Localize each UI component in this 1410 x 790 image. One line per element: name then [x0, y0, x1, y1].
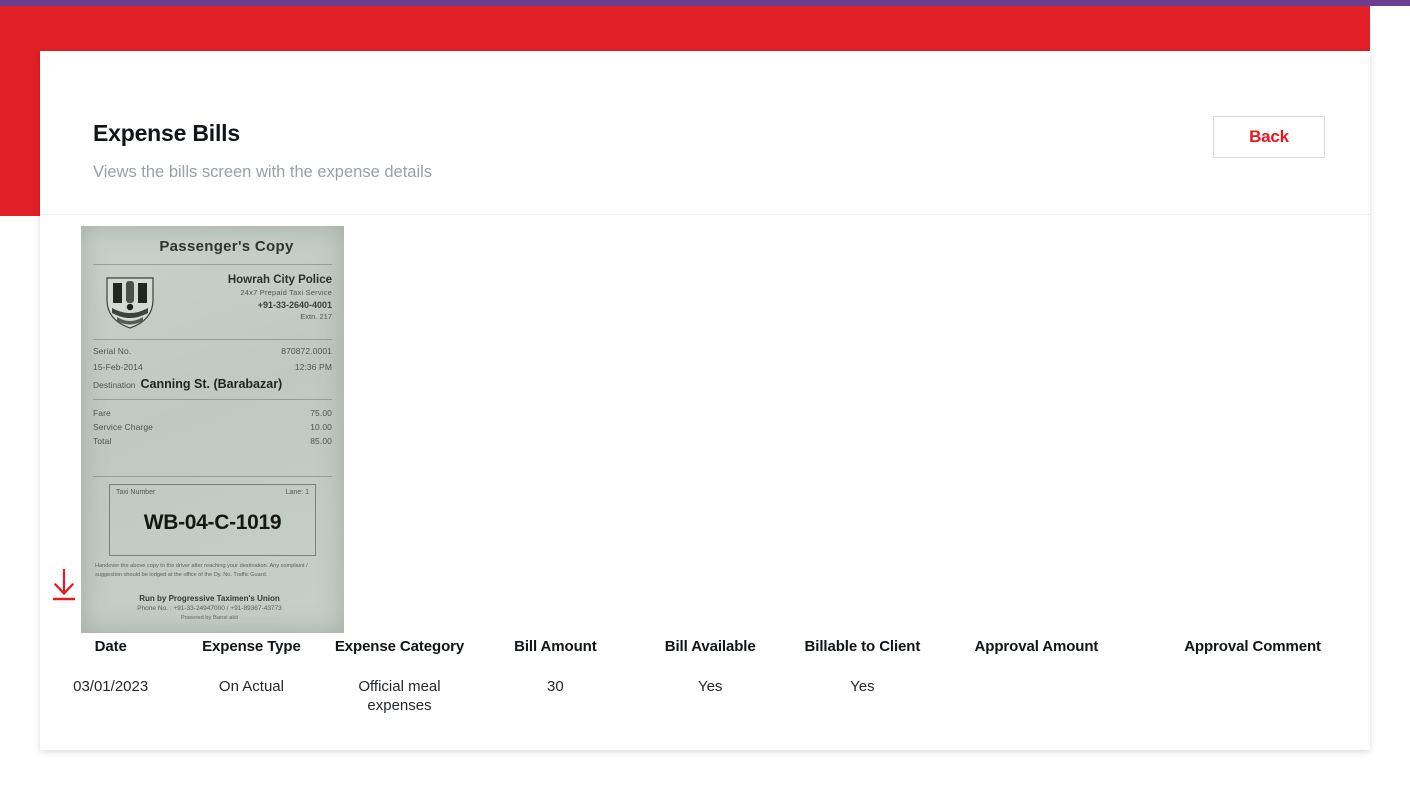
column-header-expense-type: Expense Type — [202, 638, 301, 655]
receipt-fare-row: Fare 75.00 — [93, 408, 332, 418]
receipt-footer-phone: Phone No. : +91-33-24947000 / +91-89367-… — [137, 605, 282, 612]
back-button[interactable]: Back — [1213, 116, 1325, 158]
column-header-date: Date — [94, 638, 127, 655]
receipt-serial-value: 870872.0001 — [281, 346, 332, 356]
column-header-approval-comment: Approval Comment — [1184, 638, 1321, 655]
cell-approval-comment — [1135, 677, 1370, 715]
receipt-total-row: Total 85.00 — [93, 436, 332, 446]
receipt-destination-value: Canning St. (Barabazar) — [140, 377, 283, 391]
receipt-note: Handover the above copy to the driver af… — [95, 563, 308, 578]
download-icon[interactable] — [47, 567, 81, 603]
column-header-approval-amount: Approval Amount — [974, 638, 1099, 655]
receipt-taxi-number: WB-04-C-1019 — [143, 511, 282, 534]
receipt-fare-value: 75.00 — [310, 408, 332, 418]
receipt-divider — [93, 476, 332, 477]
cell-expense-type: On Actual — [218, 678, 284, 695]
column-header-billable-to-client: Billable to Client — [804, 638, 921, 655]
bill-image-area: Passenger's Copy Howrah City Police 24x7… — [40, 215, 1370, 635]
receipt-divider — [93, 399, 332, 400]
receipt-org-name: Howrah City Police — [227, 274, 332, 286]
receipt-footer: Run by Progressive Taximen's Union Phone… — [81, 594, 344, 621]
receipt-service-value: 10.00 — [310, 422, 332, 432]
cell-bill-amount: 30 — [547, 678, 564, 695]
expense-details-table: Date Expense Type Expense Category Bill … — [40, 632, 1370, 715]
cell-approval-amount — [938, 677, 1135, 715]
receipt-serial-row: Serial No. 870872.0001 — [93, 346, 332, 356]
receipt-org-service: 24x7 Prepaid Taxi Service — [240, 288, 332, 298]
receipt-footer-runby: Run by Progressive Taximen's Union — [139, 594, 280, 603]
cell-date: 03/01/2023 — [73, 678, 149, 695]
card-body: Passenger's Copy Howrah City Police 24x7… — [40, 215, 1370, 749]
card-header: Expense Bills Views the bills screen wit… — [40, 51, 1370, 215]
column-header-bill-amount: Bill Amount — [514, 638, 597, 655]
column-header-expense-category: Expense Category — [334, 638, 465, 655]
cell-bill-available: Yes — [697, 678, 723, 695]
table-header-row: Date Expense Type Expense Category Bill … — [40, 632, 1370, 677]
expense-bills-card: Expense Bills Views the bills screen wit… — [40, 51, 1370, 750]
page-title: Expense Bills — [93, 120, 240, 146]
receipt-destination-row: Destination Canning St. (Barabazar) — [93, 377, 282, 391]
police-crest-emblem — [99, 270, 161, 332]
receipt-date-row: 15-Feb-2014 12:36 PM — [93, 362, 332, 372]
cell-billable-to-client: Yes — [850, 678, 875, 695]
receipt-service-label: Service Charge — [93, 422, 153, 432]
bill-receipt-image[interactable]: Passenger's Copy Howrah City Police 24x7… — [81, 226, 344, 633]
receipt-org-extn: Extn. 217 — [300, 311, 332, 321]
receipt-taxi-number-label: Taxi Number — [116, 489, 156, 496]
receipt-org-block: Howrah City Police 24x7 Prepaid Taxi Ser… — [228, 272, 332, 322]
receipt-divider — [93, 339, 332, 340]
receipt-date-value: 15-Feb-2014 — [93, 362, 143, 372]
page-subtitle: Views the bills screen with the expense … — [93, 163, 433, 181]
receipt-time-value: 12:36 PM — [294, 362, 332, 372]
cell-expense-category-text: Official meal expenses — [358, 678, 441, 715]
receipt-service-row: Service Charge 10.00 — [93, 422, 332, 432]
receipt-lane-label: Lane: 1 — [285, 489, 309, 496]
receipt-total-label: Total — [93, 436, 112, 446]
receipt-destination-label: Destination — [93, 380, 136, 390]
receipt-serial-label: Serial No. — [93, 346, 132, 356]
receipt-footer-powered: Powered by Bansi akti — [180, 615, 239, 621]
cell-expense-category: Official meal expenses — [322, 677, 478, 715]
table-row: 03/01/2023 On Actual Official meal expen… — [40, 677, 1370, 715]
receipt-fare-label: Fare — [93, 408, 111, 418]
column-header-bill-available: Bill Available — [664, 638, 756, 655]
receipt-title: Passenger's Copy — [159, 238, 294, 255]
receipt-total-value: 85.00 — [310, 436, 332, 446]
receipt-org-phone: +91-33-2640-4001 — [257, 299, 332, 310]
receipt-divider — [93, 264, 332, 265]
receipt-taxi-plate-box: Taxi Number Lane: 1 WB-04-C-1019 — [109, 484, 316, 556]
